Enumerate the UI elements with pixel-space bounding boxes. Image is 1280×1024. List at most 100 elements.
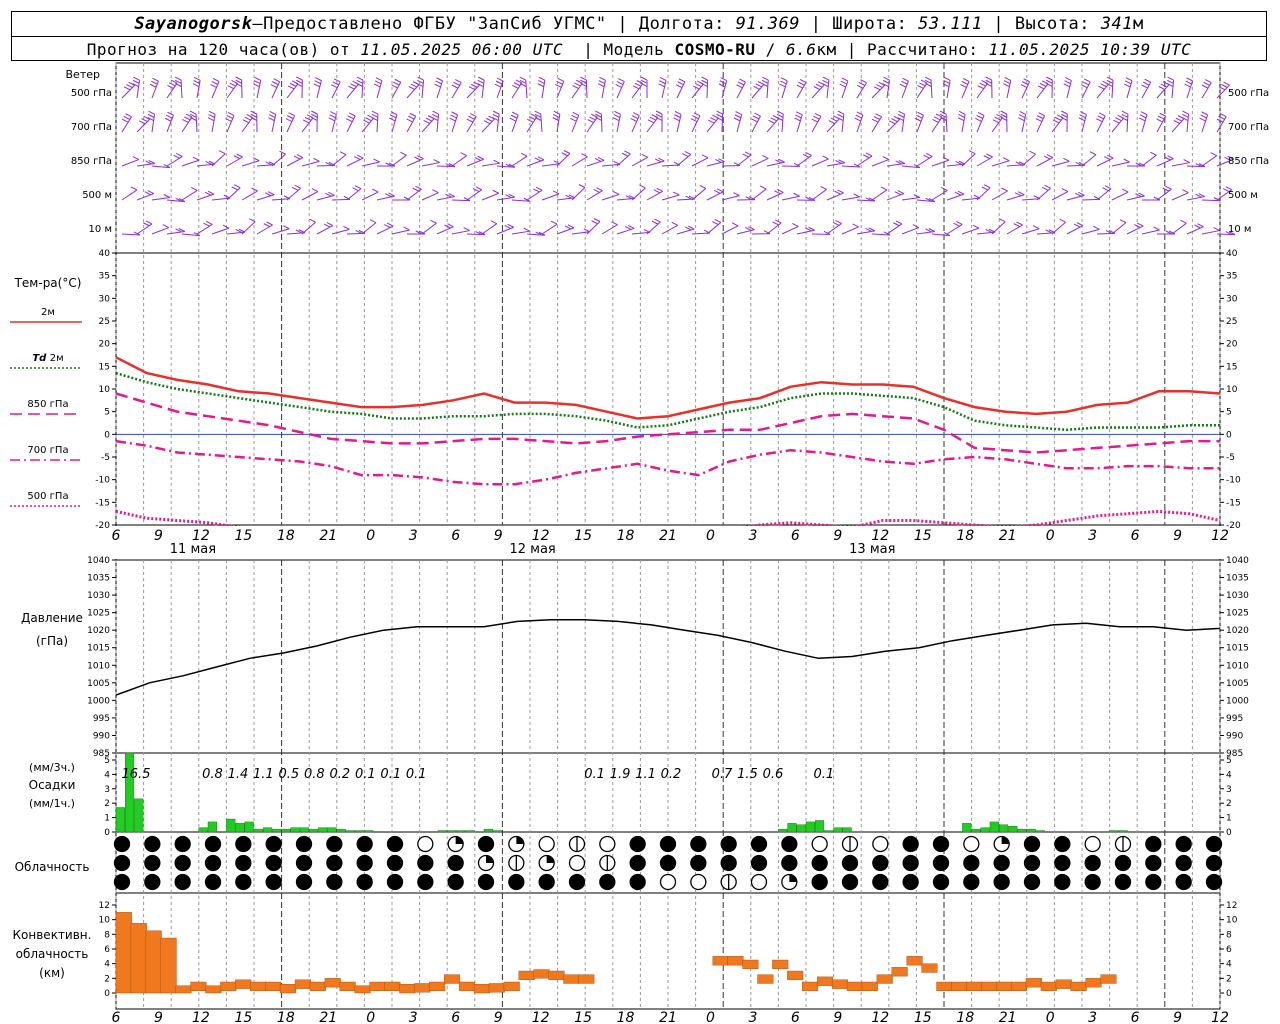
precip-bar (1026, 828, 1036, 833)
wind-barb-feather (701, 79, 708, 84)
pressure-axis-label: 1000 (87, 696, 110, 706)
wind-barb (496, 226, 514, 235)
wind-barb-feather (1115, 117, 1122, 122)
wind-barb-feather (1121, 110, 1129, 115)
cloud-title: Облачность (15, 860, 90, 874)
cloud-cover-symbol (265, 854, 282, 872)
precip-3h-label: 0.1 (406, 767, 427, 782)
cloud-cover-symbol (1054, 835, 1071, 853)
wind-barb-feather (409, 112, 416, 117)
wind-barb-feather (882, 79, 890, 84)
wind-barb-feather (834, 190, 841, 195)
wind-barb-feather (671, 221, 678, 226)
wind-barb-feather (511, 111, 519, 116)
wind-barb-feather (912, 224, 920, 228)
hour-tick-label-top: 15 (574, 528, 592, 544)
wind-barb-feather (470, 113, 477, 118)
wind-barb-feather (1043, 155, 1051, 160)
precip-bar (336, 828, 346, 833)
conv-cloud-bar (921, 963, 938, 973)
cloud-cover-symbol (235, 873, 252, 891)
conv-axis-label: 12 (1226, 901, 1237, 911)
wind-barb (1081, 81, 1091, 99)
wind-barb-feather (714, 218, 722, 223)
wind-barb-feather (242, 119, 249, 124)
wind-barb-feather (291, 186, 299, 191)
conv-cloud-bar (578, 974, 595, 984)
wind-barb-feather (210, 83, 217, 88)
precip-3h-label: 1.4 (228, 767, 249, 782)
wind-barb (976, 156, 993, 167)
wind-barb-feather (1064, 80, 1071, 85)
wind-barb (766, 191, 784, 201)
temp-legend-label-text: 500 гПа (27, 491, 68, 502)
wind-barb-feather (434, 83, 441, 88)
wind-barb-feather (496, 77, 504, 82)
wind-barb-feather (659, 77, 667, 81)
wind-barb (1126, 225, 1144, 235)
wind-barb (1021, 228, 1040, 235)
wind-barb-feather (1136, 222, 1144, 227)
wind-barb-feather (323, 223, 331, 228)
wind-barb-feather (983, 184, 991, 189)
wind-barb (526, 189, 543, 201)
wind-barb-feather (612, 190, 620, 195)
cloud-cover-symbol (386, 854, 404, 872)
wind-barb-feather (647, 119, 655, 124)
precip-bar (796, 824, 806, 833)
cloud-cover-symbol (144, 873, 161, 891)
wind-barb-feather (596, 187, 603, 192)
wind-barb-feather (533, 188, 540, 193)
cloud-cover-symbol (174, 835, 191, 853)
hour-tick-label-bottom: 0 (706, 1010, 715, 1024)
wind-barb-feather (1035, 118, 1043, 123)
wind-barb (1111, 161, 1130, 167)
wind-barb-feather (174, 76, 182, 81)
wind-barb-feather (901, 80, 908, 85)
wind-barb-feather (1019, 110, 1026, 115)
wind-barb-feather (1150, 151, 1157, 156)
wind-barb-feather (654, 218, 661, 223)
wind-barb-feather (822, 155, 829, 160)
wind-barb-feather (780, 80, 787, 85)
wind-level-label-right: 850 гПа (1228, 156, 1269, 167)
wind-barb-feather (132, 79, 140, 84)
wind-barb (391, 82, 402, 99)
conv-cloud-bar (279, 984, 296, 994)
wind-barb-feather (598, 80, 606, 84)
wind-barb (1021, 81, 1031, 99)
conv-cloud-bar (309, 981, 326, 992)
wind-barb-feather (347, 115, 354, 120)
precip-axis-label: 3 (1226, 785, 1232, 795)
cloud-cover-symbol (447, 854, 464, 872)
pressure-axis-label: 1005 (87, 679, 110, 689)
temp-axis-label: 0 (1226, 430, 1232, 440)
wind-barb-feather (684, 150, 692, 155)
wind-barb-feather (572, 85, 579, 90)
wind-barb-feather (1018, 114, 1026, 119)
wind-barb-feather (640, 76, 648, 81)
conv-cloud-bar (846, 981, 863, 992)
wind-barb-feather (468, 115, 475, 120)
hour-tick-label-top: 21 (319, 528, 337, 544)
pressure-title: Давление (21, 611, 83, 625)
precip-bar (235, 823, 245, 833)
wind-barb-feather (226, 114, 233, 119)
cloud-cover-symbol (1145, 873, 1162, 891)
wind-barb-feather (348, 85, 355, 90)
wind-barb (121, 189, 138, 201)
wind-barb-feather (126, 84, 133, 89)
wind-barb-feather (1153, 226, 1160, 231)
wind-barb (331, 154, 347, 167)
wind-barb-feather (348, 112, 356, 117)
wind-barb-feather (716, 110, 723, 115)
precip-3h-label: 0.8 (202, 767, 223, 782)
wind-barb (676, 81, 686, 99)
wind-barb-feather (613, 114, 621, 118)
wind-barb-feather (1160, 83, 1168, 88)
pressure-axis-label: 1035 (1226, 574, 1249, 584)
temp-legend-label-text: 700 гПа (27, 445, 68, 456)
hour-tick-label-bottom: 12 (192, 1010, 210, 1024)
pressure-axis-label: 1015 (1226, 644, 1249, 654)
wind-barb (871, 189, 888, 201)
